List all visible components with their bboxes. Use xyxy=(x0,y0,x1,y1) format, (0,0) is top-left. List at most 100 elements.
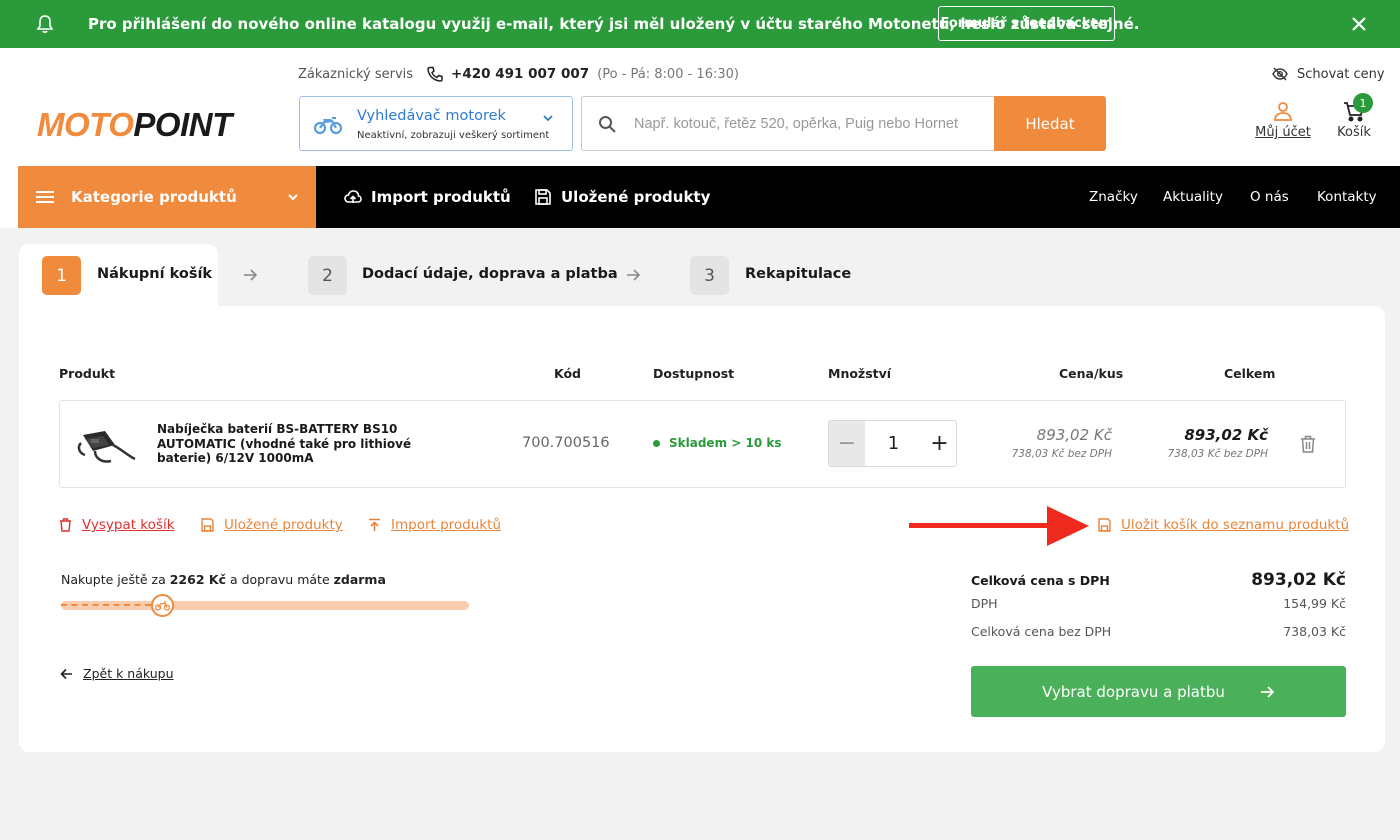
product-image[interactable] xyxy=(75,415,141,471)
summary-net-row: Celková cena bez DPH 738,03 Kč xyxy=(971,624,1346,639)
empty-cart-label: Vysypat košík xyxy=(82,517,175,533)
motorcycle-icon xyxy=(313,117,343,135)
step-1-label[interactable]: Nákupní košík xyxy=(97,266,212,282)
logo-text-point: POINT xyxy=(133,106,232,143)
chevron-down-icon xyxy=(543,115,553,122)
motorcycle-icon xyxy=(155,601,170,611)
summary-total-row: Celková cena s DPH 893,02 Kč xyxy=(971,570,1346,590)
nav-left-strip xyxy=(0,166,18,228)
unit-price-value: 893,02 Kč xyxy=(1036,426,1112,444)
col-header-total: Celkem xyxy=(1224,366,1276,381)
step-2-number: 2 xyxy=(308,256,347,295)
free-shipping-progress xyxy=(61,594,469,617)
motorcycle-finder-subtitle: Neaktivní, zobrazuji veškerý sortiment xyxy=(357,130,550,141)
save-cart-label: Uložit košík do seznamu produktů xyxy=(1121,517,1350,533)
trash-icon[interactable] xyxy=(1300,435,1316,453)
increase-quantity-button[interactable]: + xyxy=(922,421,957,466)
phone-number[interactable]: +420 491 007 007 xyxy=(451,66,589,82)
summary-total-label: Celková cena s DPH xyxy=(971,573,1110,588)
cart-count-badge: 1 xyxy=(1353,93,1373,113)
motorcycle-finder[interactable]: Vyhledávač motorek Neaktivní, zobrazuji … xyxy=(299,96,573,151)
availability-dot xyxy=(653,439,660,447)
bell-icon xyxy=(36,15,54,33)
progress-knob xyxy=(151,594,174,617)
saved-products-label: Uložené produkty xyxy=(224,517,343,533)
hide-prices-toggle[interactable]: Schovat ceny xyxy=(1272,66,1385,82)
row-total-value: 893,02 Kč xyxy=(1184,426,1268,444)
arrow-left-icon xyxy=(60,668,72,679)
saved-products-link[interactable]: Uložené produkty xyxy=(201,517,343,533)
unit-price: 893,02 Kč 738,03 Kč bez DPH xyxy=(1012,426,1112,460)
row-total: 893,02 Kč 738,03 Kč bez DPH xyxy=(1168,426,1268,460)
chevron-down-icon xyxy=(288,194,298,201)
empty-cart-link[interactable]: Vysypat košík xyxy=(59,517,175,533)
search-input[interactable] xyxy=(634,113,984,135)
product-name[interactable]: Nabíječka baterií BS-BATTERY BS10 AUTOMA… xyxy=(157,422,417,466)
col-header-quantity: Množství xyxy=(828,366,892,381)
categories-menu-button[interactable]: Kategorie produktů xyxy=(18,166,316,228)
cta-label: Vybrat dopravu a platbu xyxy=(1042,682,1225,701)
nav-link-brands[interactable]: Značky xyxy=(1089,166,1138,228)
nav-link-about[interactable]: O nás xyxy=(1250,166,1289,228)
unit-price-net: 738,03 Kč bez DPH xyxy=(1011,448,1112,460)
save-icon xyxy=(201,518,214,532)
step-2-label[interactable]: Dodací údaje, doprava a platba xyxy=(362,266,618,282)
hamburger-icon xyxy=(36,191,54,203)
eye-off-icon xyxy=(1272,67,1288,81)
col-header-product: Produkt xyxy=(59,366,116,381)
motorcycle-finder-title: Vyhledávač motorek xyxy=(357,108,506,124)
cloud-upload-icon xyxy=(344,190,362,203)
search-button[interactable]: Hledat xyxy=(994,96,1106,151)
save-cart-to-list-link[interactable]: Uložit košík do seznamu produktů xyxy=(1098,517,1349,533)
trash-icon xyxy=(60,518,71,532)
quantity-stepper: − 1 + xyxy=(828,420,957,467)
product-code: 700.700516 xyxy=(522,435,610,451)
step-3-number: 3 xyxy=(690,256,729,295)
summary-net-label: Celková cena bez DPH xyxy=(971,624,1112,639)
customer-service-label: Zákaznický servis xyxy=(298,66,414,82)
decrease-quantity-button[interactable]: − xyxy=(829,421,865,466)
step-1-number: 1 xyxy=(42,256,81,295)
quantity-value[interactable]: 1 xyxy=(865,421,922,466)
main-navigation: Kategorie produktů Import produktů Ulože… xyxy=(0,166,1400,228)
availability-text: Skladem > 10 ks xyxy=(669,436,782,450)
search-icon xyxy=(599,116,616,133)
arrow-right-icon xyxy=(244,269,258,281)
search-box xyxy=(581,96,995,151)
logo-text-moto: MOTO xyxy=(37,106,134,143)
choose-shipping-payment-button[interactable]: Vybrat dopravu a platbu xyxy=(971,666,1346,717)
user-icon xyxy=(1274,102,1292,121)
nav-import-label: Import produktů xyxy=(371,188,511,206)
free-shipping-progress-fill xyxy=(61,604,151,606)
back-to-shop-link[interactable]: Zpět k nákupu xyxy=(60,666,174,681)
save-icon xyxy=(1098,518,1111,532)
free-shipping-prefix: Nakupte ještě za xyxy=(61,572,170,587)
logo[interactable]: MOTOPOINT xyxy=(37,106,232,144)
close-icon[interactable] xyxy=(1349,14,1369,34)
upload-icon xyxy=(369,518,380,531)
import-products-link[interactable]: Import produktů xyxy=(368,517,501,533)
summary-vat-value: 154,99 Kč xyxy=(1283,596,1346,611)
free-shipping-free: zdarma xyxy=(333,572,386,587)
availability-status: Skladem > 10 ks xyxy=(653,436,781,450)
col-header-availability: Dostupnost xyxy=(653,366,735,381)
nav-link-contacts[interactable]: Kontakty xyxy=(1317,166,1377,228)
nav-saved-label: Uložené produkty xyxy=(561,188,711,206)
row-total-net: 738,03 Kč bez DPH xyxy=(1167,448,1268,460)
step-3-label[interactable]: Rekapitulace xyxy=(745,266,851,282)
my-account-label: Můj účet xyxy=(1255,125,1311,140)
nav-import-products[interactable]: Import produktů xyxy=(344,166,511,228)
nav-link-news[interactable]: Aktuality xyxy=(1163,166,1223,228)
my-account[interactable]: Můj účet xyxy=(1254,96,1312,140)
arrow-right-icon xyxy=(627,269,641,281)
feedback-form-button[interactable]: Formulář s feedbackem xyxy=(938,6,1115,41)
save-icon xyxy=(535,189,551,205)
arrow-right-icon xyxy=(1260,685,1275,698)
import-products-label: Import produktů xyxy=(391,517,501,533)
summary-net-value: 738,03 Kč xyxy=(1283,624,1346,639)
summary-vat-row: DPH 154,99 Kč xyxy=(971,596,1346,611)
col-header-code: Kód xyxy=(554,366,582,381)
nav-saved-products[interactable]: Uložené produkty xyxy=(534,166,710,228)
summary-vat-label: DPH xyxy=(971,596,998,611)
back-to-shop-label: Zpět k nákupu xyxy=(83,666,174,681)
